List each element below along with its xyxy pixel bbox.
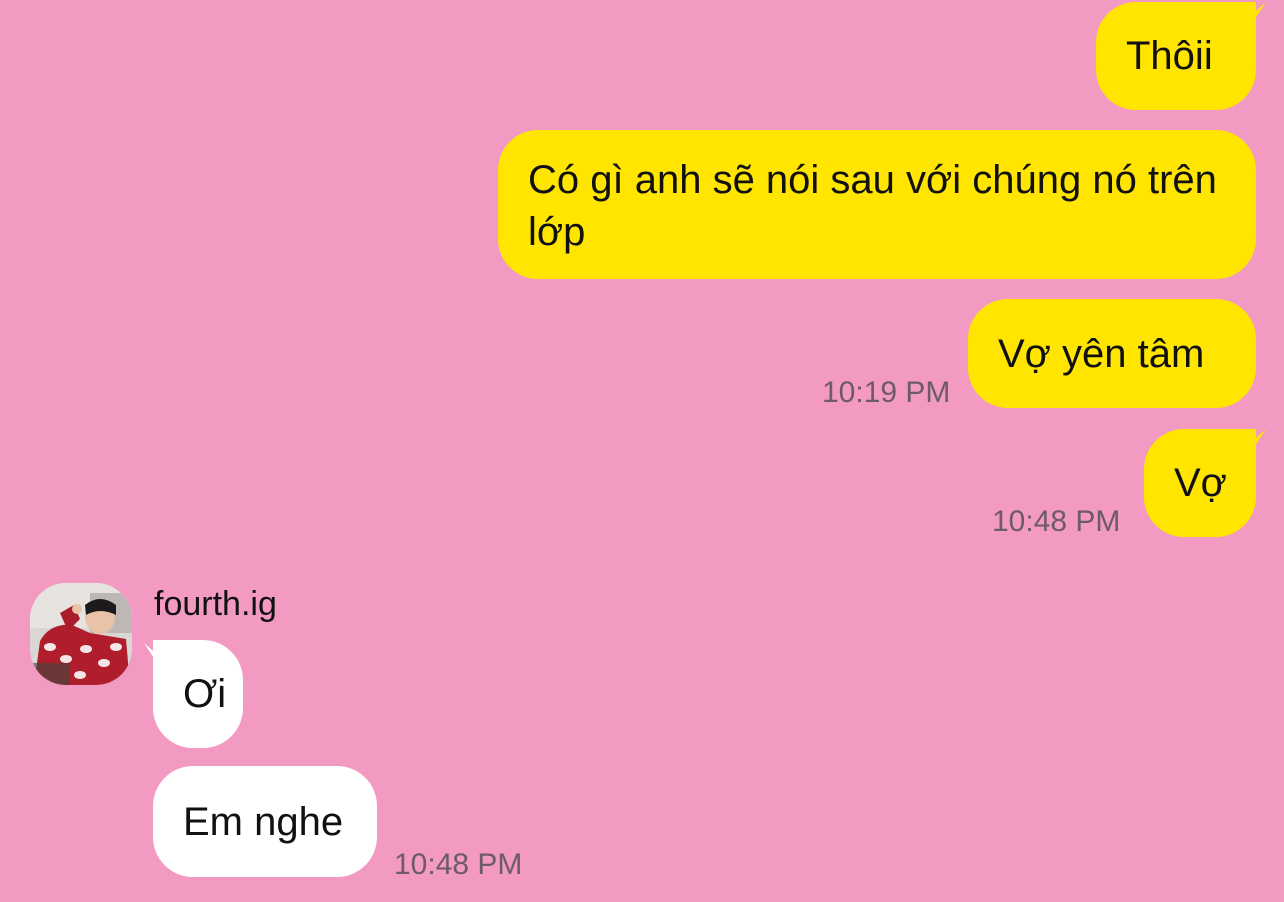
message-text: Vợ	[1174, 461, 1227, 505]
avatar-photo	[30, 583, 132, 685]
message-text: Ơi	[183, 672, 227, 716]
message-timestamp: 10:48 PM	[992, 505, 1121, 538]
message-text: Thôii	[1126, 34, 1213, 78]
message-bubble-incoming[interactable]: Em nghe	[153, 766, 377, 877]
message-text: Có gì anh sẽ nói sau với chúng nó trên l…	[528, 158, 1217, 254]
avatar[interactable]	[30, 583, 132, 685]
sender-name[interactable]: fourth.ig	[154, 585, 277, 624]
message-text: Em nghe	[183, 799, 344, 844]
message-text: Vợ yên tâm	[998, 331, 1205, 376]
message-bubble-outgoing[interactable]: Thôii	[1096, 2, 1256, 110]
message-bubble-outgoing[interactable]: Có gì anh sẽ nói sau với chúng nó trên l…	[498, 130, 1256, 279]
message-timestamp: 10:48 PM	[394, 848, 523, 881]
message-bubble-incoming[interactable]: Ơi	[153, 640, 243, 748]
message-timestamp: 10:19 PM	[822, 376, 951, 409]
message-bubble-outgoing[interactable]: Vợ yên tâm	[968, 299, 1256, 408]
message-bubble-outgoing[interactable]: Vợ	[1144, 429, 1256, 537]
